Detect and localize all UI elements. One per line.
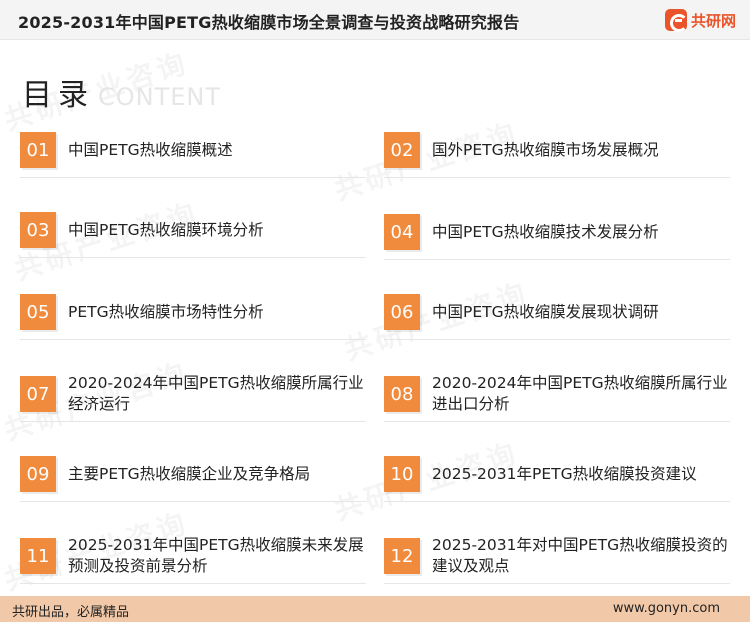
page-header: 2025-2031年中国PETG热收缩膜市场全景调查与投资战略研究报告 共研网	[0, 0, 750, 40]
toc-item-label: 主要PETG热收缩膜企业及竞争格局	[68, 464, 311, 483]
divider	[20, 177, 366, 178]
toc-item-label: 2020-2024年中国PETG热收缩膜所属行业进出口分析	[432, 374, 728, 413]
toc-item-label: 2025-2031年中国PETG热收缩膜未来发展预测及投资前景分析	[68, 536, 364, 575]
toc-heading: 目录 CONTENT	[22, 70, 222, 113]
divider	[20, 257, 366, 258]
divider	[384, 421, 730, 422]
toc-item-number: 08	[384, 376, 420, 412]
brand-logo-text: 共研网	[690, 11, 736, 30]
footer-slogan: 共研出品，必属精品	[12, 605, 130, 620]
toc-item-label: 2025-2031年PETG热收缩膜投资建议	[432, 464, 697, 483]
toc-item-10[interactable]: 10 2025-2031年PETG热收缩膜投资建议	[384, 446, 730, 502]
divider	[20, 583, 366, 584]
toc-item-label: 中国PETG热收缩膜发展现状调研	[432, 302, 659, 321]
toc-item-number: 12	[384, 538, 420, 574]
divider	[20, 421, 366, 422]
toc-item-number: 11	[20, 538, 56, 574]
toc-item-label: PETG热收缩膜市场特性分析	[68, 302, 264, 321]
toc-item-02[interactable]: 02 国外PETG热收缩膜市场发展概况	[384, 122, 730, 178]
toc-title: 目录	[22, 78, 94, 113]
toc-item-number: 02	[384, 132, 420, 168]
toc-item-04[interactable]: 04 中国PETG热收缩膜技术发展分析	[384, 204, 730, 260]
toc-item-09[interactable]: 09 主要PETG热收缩膜企业及竞争格局	[20, 446, 366, 502]
page-footer: 共研出品，必属精品 www.gonyn.com	[0, 596, 750, 622]
divider	[384, 177, 730, 178]
toc-item-label: 中国PETG热收缩膜概述	[68, 140, 233, 159]
toc-item-07[interactable]: 07 2020-2024年中国PETG热收缩膜所属行业经济运行	[20, 366, 366, 422]
toc-item-12[interactable]: 12 2025-2031年对中国PETG热收缩膜投资的建议及观点	[384, 528, 730, 584]
toc-item-number: 09	[20, 456, 56, 492]
toc-item-08[interactable]: 08 2020-2024年中国PETG热收缩膜所属行业进出口分析	[384, 366, 730, 422]
toc-subtitle: CONTENT	[98, 83, 222, 111]
footer-url[interactable]: www.gonyn.com	[613, 601, 720, 616]
toc-item-number: 06	[384, 294, 420, 330]
toc-item-label: 国外PETG热收缩膜市场发展概况	[432, 140, 659, 159]
toc-item-number: 01	[20, 132, 56, 168]
toc-item-label: 中国PETG热收缩膜环境分析	[68, 220, 264, 239]
divider	[384, 583, 730, 584]
divider	[384, 259, 730, 260]
divider	[384, 501, 730, 502]
toc-item-number: 05	[20, 294, 56, 330]
toc-item-number: 03	[20, 212, 56, 248]
toc-item-05[interactable]: 05 PETG热收缩膜市场特性分析	[20, 284, 366, 340]
brand-logo-icon	[664, 9, 688, 32]
toc-item-01[interactable]: 01 中国PETG热收缩膜概述	[20, 122, 366, 178]
toc-item-11[interactable]: 11 2025-2031年中国PETG热收缩膜未来发展预测及投资前景分析	[20, 528, 366, 584]
toc-item-number: 04	[384, 214, 420, 250]
divider	[384, 339, 730, 340]
report-title: 2025-2031年中国PETG热收缩膜市场全景调查与投资战略研究报告	[18, 13, 520, 32]
divider	[20, 339, 366, 340]
brand-logo[interactable]: 共研网	[664, 7, 736, 33]
toc-item-label: 中国PETG热收缩膜技术发展分析	[432, 222, 659, 241]
toc-item-03[interactable]: 03 中国PETG热收缩膜环境分析	[20, 202, 366, 258]
toc-item-number: 10	[384, 456, 420, 492]
toc-item-06[interactable]: 06 中国PETG热收缩膜发展现状调研	[384, 284, 730, 340]
toc-item-label: 2025-2031年对中国PETG热收缩膜投资的建议及观点	[432, 536, 728, 575]
divider	[20, 501, 366, 502]
toc-item-label: 2020-2024年中国PETG热收缩膜所属行业经济运行	[68, 374, 364, 413]
toc-item-number: 07	[20, 376, 56, 412]
